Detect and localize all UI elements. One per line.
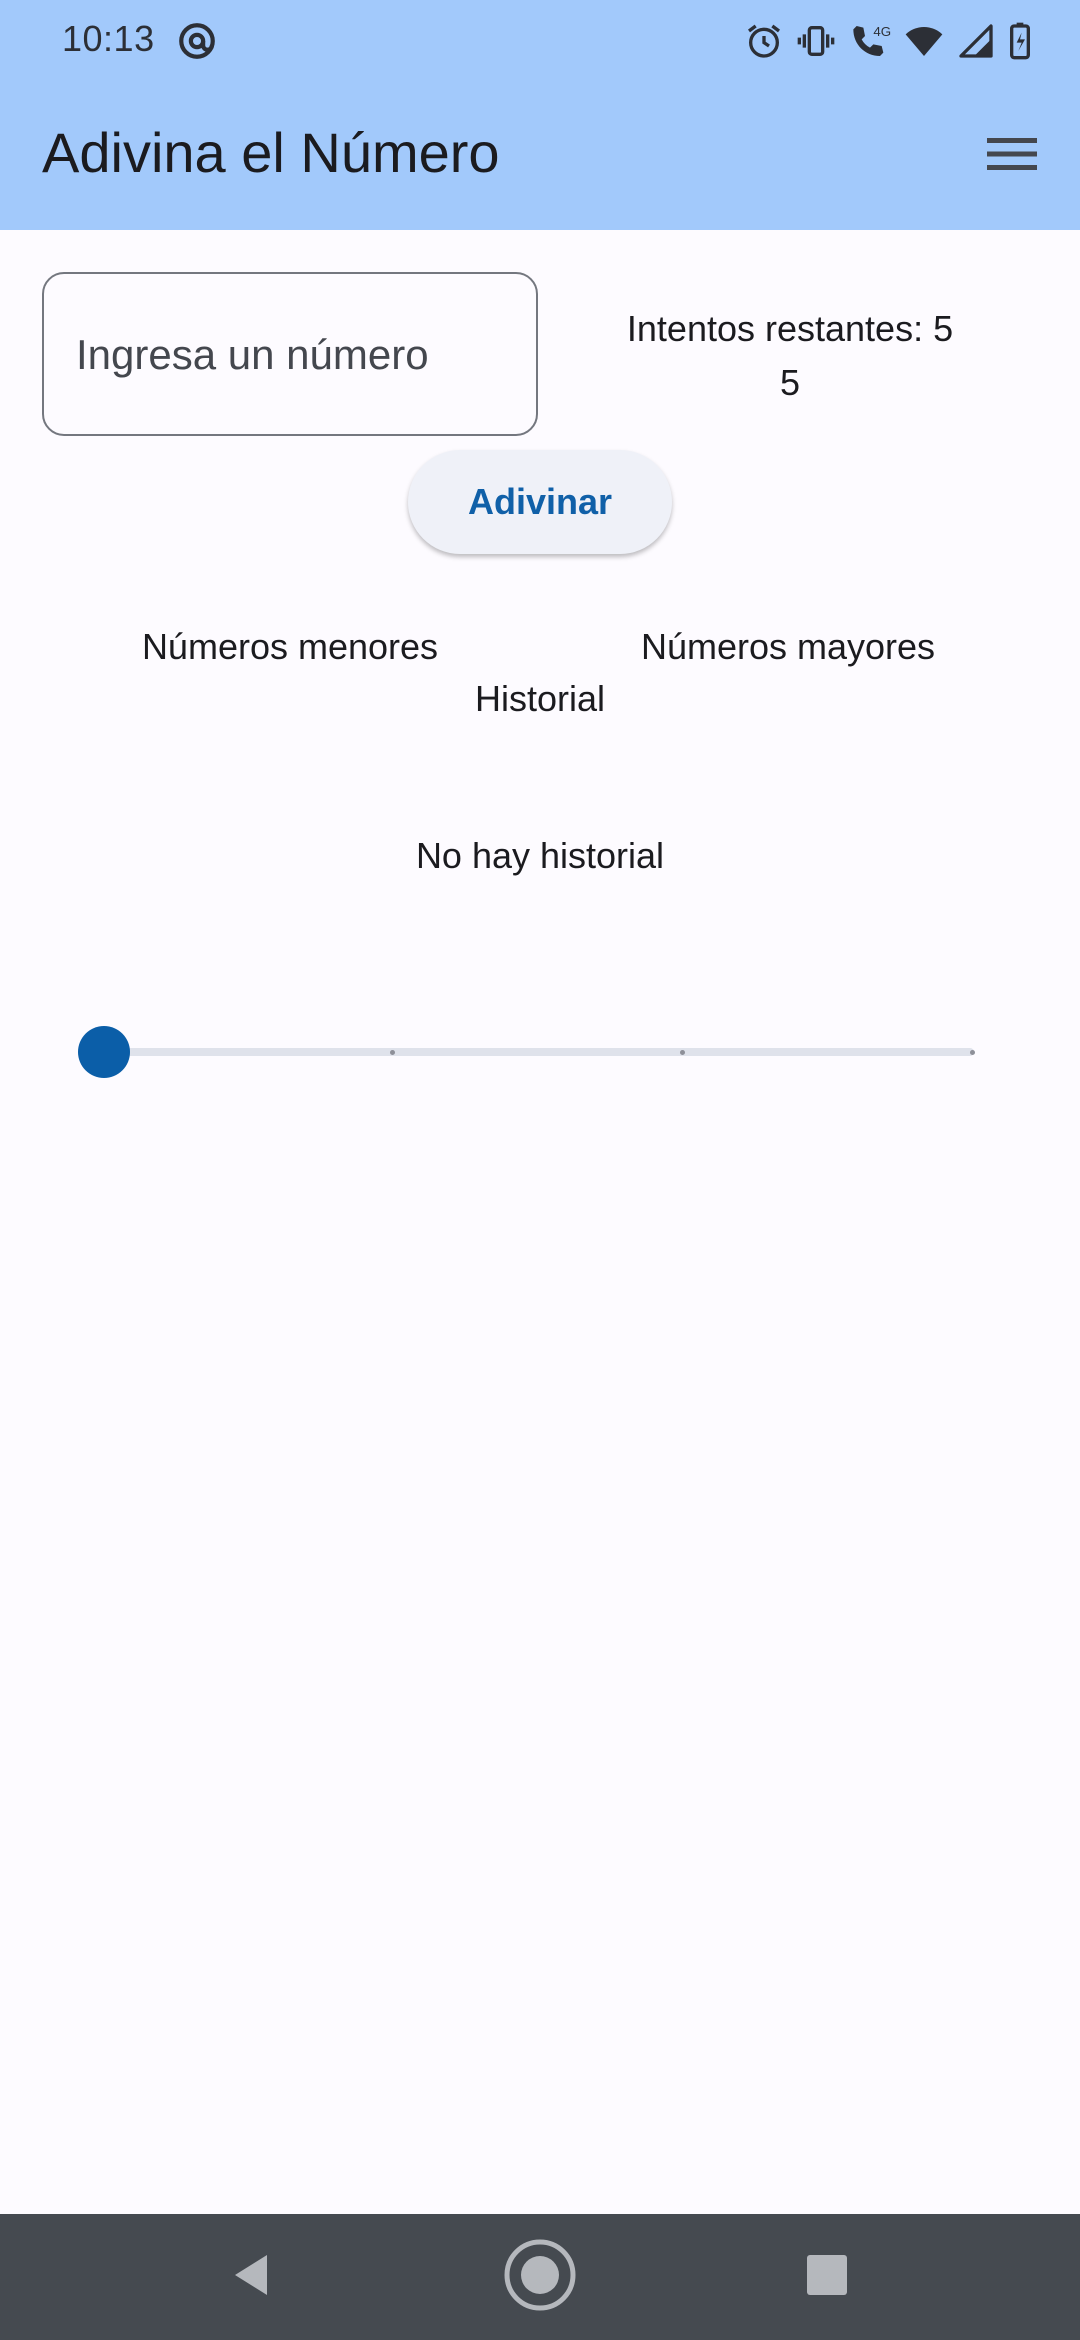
slider-thumb[interactable] [78,1026,130,1078]
battery-charging-icon [1008,21,1032,61]
app-bar: Adivina el Número [0,82,1080,230]
lower-numbers-label: Números menores [141,626,439,667]
volte-call-icon: 4G [848,21,892,61]
slider-tick [970,1050,975,1055]
menu-button[interactable] [974,118,1050,194]
empty-history-text: No hay historial [415,835,665,876]
number-field[interactable] [42,272,538,436]
home-button[interactable] [497,2234,583,2320]
back-button[interactable] [208,2234,294,2320]
recents-icon [806,2254,848,2301]
attempts-label: Intentos restantes: 5 [626,308,954,349]
app-title: Adivina el Número [42,121,500,184]
higher-numbers-label: Números mayores [640,626,936,667]
at-sign-icon [176,20,218,62]
back-icon [231,2252,271,2303]
number-input[interactable] [74,324,508,386]
alarm-icon [744,21,784,61]
attempts-panel: Intentos restantes: 5 5 [590,302,990,410]
history-title: Historial [474,678,606,719]
status-icons: 4G [744,20,1032,62]
recents-button[interactable] [784,2234,870,2320]
network-type-label: 4G [873,24,891,39]
slider-tick [390,1050,395,1055]
attempts-value: 5 [779,362,801,403]
guess-button[interactable]: Adivinar [408,450,672,554]
menu-icon [987,136,1037,177]
wifi-icon [904,21,944,61]
signal-icon [956,21,996,61]
slider-tick [680,1050,685,1055]
status-time: 10:13 [62,18,155,59]
slider-track[interactable] [104,1048,974,1056]
vibrate-icon [796,21,836,61]
status-bar: 10:13 4G [0,0,1080,82]
home-icon [502,2237,578,2318]
system-nav-bar [0,2214,1080,2340]
difficulty-slider[interactable] [78,1020,998,1084]
screen: 10:13 4G Adivina el Número Ingresa un nú… [0,0,1080,2340]
